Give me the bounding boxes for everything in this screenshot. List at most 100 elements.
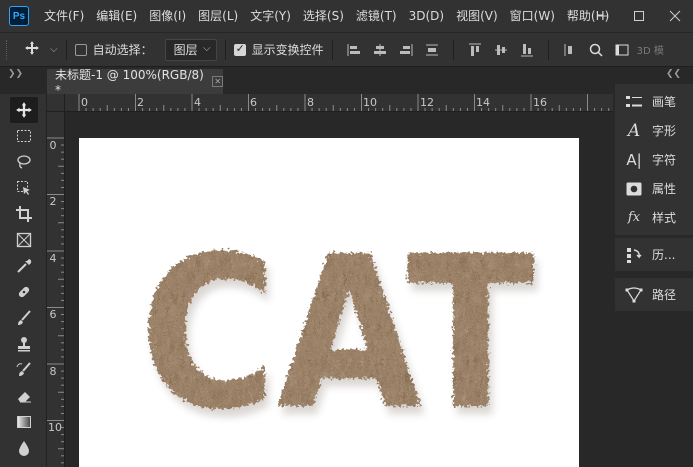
panel-brush[interactable]: 画笔 [615, 87, 693, 116]
document-canvas[interactable]: CAT CAT [79, 138, 579, 467]
tools-panel [0, 94, 47, 467]
show-transform-checkbox[interactable] [233, 42, 246, 56]
photoshop-logo-icon[interactable]: Ps [9, 6, 29, 26]
collapse-panels-icon[interactable]: ❮❮ [666, 69, 681, 79]
marquee-tool-icon[interactable] [10, 123, 38, 149]
ruler-label: 2 [137, 96, 144, 109]
menu-window[interactable]: 窗口(W) [504, 0, 561, 32]
glyphs-icon: A [627, 120, 641, 141]
menu-image[interactable]: 图像(I) [143, 0, 192, 32]
document-tab-title: 未标题-1 @ 100%(RGB/8) * [55, 68, 204, 97]
ruler-corner[interactable] [47, 94, 65, 112]
horizontal-ruler[interactable]: 0 2 4 6 8 10 12 14 16 [65, 94, 613, 112]
distribute-horizontal-icon[interactable] [557, 37, 583, 63]
svg-text:CAT: CAT [140, 211, 535, 456]
move-tool-preset-icon[interactable] [24, 40, 40, 60]
minimize-icon[interactable] [585, 0, 621, 32]
divider [331, 39, 333, 60]
panel-history-label: 历... [652, 248, 676, 262]
ruler-label: 0 [49, 139, 57, 152]
panel-properties-label: 属性 [652, 182, 677, 196]
healing-brush-tool-icon[interactable] [10, 279, 38, 305]
align-vertical-center-icon[interactable] [488, 37, 514, 63]
menu-filter[interactable]: 滤镜(T) [350, 0, 403, 32]
ruler-label: 6 [250, 96, 257, 109]
panel-paths[interactable]: 路径 [615, 280, 693, 309]
ruler-label: 14 [476, 96, 490, 109]
align-top-icon[interactable] [462, 37, 488, 63]
3d-mode-label: 3D 模 [636, 46, 664, 57]
document-tab[interactable]: 未标题-1 @ 100%(RGB/8) * ✕ [47, 68, 223, 97]
distribute-vertical-icon[interactable] [419, 37, 445, 63]
panel-glyphs-label: 字形 [652, 124, 677, 138]
ruler-label: 4 [49, 252, 57, 265]
properties-icon [624, 179, 644, 199]
panel-group-2: 历... [615, 238, 693, 271]
divider [547, 39, 549, 60]
tab-close-icon[interactable]: ✕ [212, 76, 223, 87]
options-grip[interactable] [6, 39, 10, 60]
canvas-workspace[interactable]: CAT CAT [65, 112, 613, 467]
menu-type[interactable]: 文字(Y) [244, 0, 297, 32]
panel-glyphs[interactable]: A 字形 [615, 116, 693, 145]
panel-paths-label: 路径 [652, 288, 677, 302]
ruler-label: 8 [307, 96, 314, 109]
panel-history[interactable]: 历... [615, 240, 693, 269]
vertical-ruler[interactable]: 0 2 4 6 8 10 [47, 112, 65, 467]
dodge-tool-icon[interactable] [10, 461, 38, 467]
brush-tool-icon[interactable] [10, 305, 38, 331]
eraser-tool-icon[interactable] [10, 383, 38, 409]
gradient-tool-icon[interactable] [10, 409, 38, 435]
show-transform-label: 显示变换控件 [251, 43, 324, 57]
menu-select[interactable]: 选择(S) [297, 0, 350, 32]
options-bar: ⌵ 自动选择： 图层 ⌵ 显示变换控件 3D 模 [0, 32, 693, 67]
align-bottom-icon[interactable] [514, 37, 540, 63]
restore-icon[interactable] [621, 0, 657, 32]
history-brush-tool-icon[interactable] [10, 357, 38, 383]
auto-select-target-value: 图层 [173, 43, 198, 57]
ruler-label: 8 [49, 365, 57, 378]
menu-3d[interactable]: 3D(D) [403, 0, 450, 32]
ruler-label: 0 [81, 96, 88, 109]
document-tab-row: ❯❯ 未标题-1 @ 100%(RGB/8) * ✕ [0, 67, 613, 97]
panel-group-1: 画笔 A 字形 A| 字符 属性 fx 样式 [615, 84, 693, 235]
search-icon[interactable] [583, 37, 609, 63]
ruler-label: 10 [48, 421, 62, 434]
move-tool-icon[interactable] [10, 97, 38, 123]
eyedropper-tool-icon[interactable] [10, 253, 38, 279]
tool-preset-chevron-icon[interactable]: ⌵ [50, 44, 58, 55]
screen-mode-icon[interactable] [609, 37, 635, 63]
ruler-label: 2 [49, 195, 57, 208]
object-select-tool-icon[interactable] [10, 175, 38, 201]
align-left-icon[interactable] [341, 37, 367, 63]
character-icon: A| [626, 150, 642, 169]
panel-styles[interactable]: fx 样式 [615, 203, 693, 232]
ruler-label: 16 [533, 96, 547, 109]
align-right-icon[interactable] [393, 37, 419, 63]
frame-tool-icon[interactable] [10, 227, 38, 253]
crop-tool-icon[interactable] [10, 201, 38, 227]
menu-edit[interactable]: 编辑(E) [90, 0, 143, 32]
divider [65, 39, 67, 60]
blur-tool-icon[interactable] [10, 435, 38, 461]
auto-select-target-dropdown[interactable]: 图层 ⌵ [164, 38, 217, 61]
close-icon[interactable] [657, 0, 693, 32]
expand-panels-icon[interactable]: ❯❯ [8, 69, 23, 79]
auto-select-checkbox[interactable] [74, 43, 87, 56]
panel-properties[interactable]: 属性 [615, 174, 693, 203]
menu-view[interactable]: 视图(V) [450, 0, 504, 32]
lasso-tool-icon[interactable] [10, 149, 38, 175]
align-horizontal-center-icon[interactable] [367, 37, 393, 63]
divider [224, 39, 226, 60]
ruler-label: 10 [363, 96, 377, 109]
panel-character-label: 字符 [652, 153, 677, 167]
paths-icon [624, 285, 644, 305]
clone-stamp-tool-icon[interactable] [10, 331, 38, 357]
brush-settings-icon [624, 92, 644, 112]
menu-bar: Ps 文件(F) 编辑(E) 图像(I) 图层(L) 文字(Y) 选择(S) 滤… [0, 0, 693, 32]
menu-layer[interactable]: 图层(L) [192, 0, 244, 32]
menu-file[interactable]: 文件(F) [38, 0, 90, 32]
panel-character[interactable]: A| 字符 [615, 145, 693, 174]
canvas-text-fur: CAT [140, 211, 535, 456]
panel-styles-label: 样式 [652, 211, 677, 225]
